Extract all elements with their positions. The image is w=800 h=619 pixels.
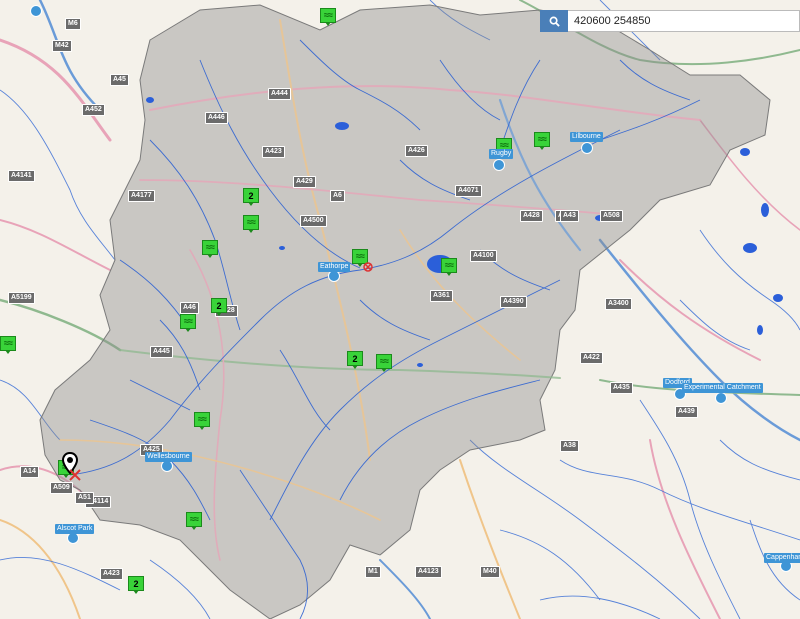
gauge-count: 2 — [347, 351, 363, 366]
station-label[interactable]: Rugby — [489, 149, 514, 159]
river-level-gauge[interactable]: ≈≈ — [180, 314, 196, 332]
rainfall-station[interactable] — [715, 392, 727, 404]
road-label: A452 — [82, 104, 105, 116]
river-level-gauge[interactable]: ≈≈ — [376, 354, 392, 372]
map-viewport[interactable]: M6 M42 A45 A452 A4141 A444 A446 A423 A426 A4071 A4… — [0, 0, 800, 619]
road-label: A445 — [150, 346, 173, 358]
road-label: A45 — [110, 74, 129, 86]
road-label: A4100 — [470, 250, 497, 262]
road-label: A428 — [520, 210, 543, 222]
river-level-gauge[interactable]: ≈≈ — [441, 258, 457, 276]
road-label: A426 — [405, 145, 428, 157]
road-label: A4177 — [128, 190, 155, 202]
road-label: M40 — [480, 566, 500, 578]
road-label: A4141 — [8, 170, 35, 182]
road-label: A4071 — [455, 185, 482, 197]
road-label: A38 — [560, 440, 579, 452]
river-level-gauge-cluster[interactable]: 2 — [128, 576, 144, 594]
river-level-gauge-cluster[interactable]: 2 — [211, 298, 227, 316]
incident-marker-icon[interactable] — [68, 468, 82, 482]
river-level-gauge[interactable]: ≈≈ — [534, 132, 550, 150]
road-label: M42 — [52, 40, 72, 52]
road-label: A5199 — [8, 292, 35, 304]
road-label: A439 — [675, 406, 698, 418]
road-label: A43 — [560, 210, 579, 222]
river-level-gauge[interactable]: ≈≈ — [243, 215, 259, 233]
road-label: A435 — [610, 382, 633, 394]
station-label[interactable]: Cappenham — [764, 553, 800, 563]
gauge-count: 2 — [243, 188, 259, 203]
road-label: A444 — [268, 88, 291, 100]
gauge-count: 2 — [128, 576, 144, 591]
road-label: A6 — [330, 190, 345, 202]
road-label: A429 — [293, 176, 316, 188]
station-label[interactable]: Eathorpe — [318, 262, 351, 272]
road-label: A423 — [262, 146, 285, 158]
road-label: A422 — [580, 352, 603, 364]
gauge-count: 2 — [211, 298, 227, 313]
road-label: A361 — [430, 290, 453, 302]
search-input[interactable] — [568, 10, 800, 32]
rainfall-station[interactable] — [30, 5, 42, 17]
river-level-gauge[interactable]: ≈≈ — [186, 512, 202, 530]
road-label: A4123 — [415, 566, 442, 578]
road-label: A423 — [100, 568, 123, 580]
grid-reference-search — [540, 10, 800, 32]
river-level-gauge[interactable]: ≈≈ — [194, 412, 210, 430]
river-level-gauge[interactable]: ≈≈ — [202, 240, 218, 258]
rainfall-station[interactable] — [581, 142, 593, 154]
search-icon — [549, 16, 560, 27]
road-label: A46 — [180, 302, 199, 314]
map-base-layer — [0, 0, 800, 619]
road-label: M6 — [65, 18, 81, 30]
road-label: M1 — [365, 566, 381, 578]
road-label: A3400 — [605, 298, 632, 310]
station-label[interactable]: Alscot Park — [55, 524, 95, 534]
road-label: A51 — [75, 492, 94, 504]
road-label: A509 — [50, 482, 73, 494]
road-label: A14 — [20, 466, 39, 478]
search-button[interactable] — [540, 10, 568, 32]
river-level-gauge[interactable]: ≈≈ — [320, 8, 336, 26]
station-label[interactable]: Lilbourne — [570, 132, 603, 142]
river-level-gauge-cluster[interactable]: 2 — [243, 188, 259, 206]
road-label: A4390 — [500, 296, 527, 308]
road-label: A508 — [600, 210, 623, 222]
road-label: A446 — [205, 112, 228, 124]
river-level-gauge[interactable]: ≈≈ — [0, 336, 16, 354]
rainfall-station[interactable] — [493, 159, 505, 171]
river-level-gauge-cluster[interactable]: 2 — [347, 351, 363, 369]
station-label[interactable]: Experimental Catchment — [682, 383, 763, 393]
road-label: A4500 — [300, 215, 327, 227]
station-label[interactable]: Wellesbourne — [145, 452, 192, 462]
incident-marker-icon[interactable] — [362, 261, 374, 273]
